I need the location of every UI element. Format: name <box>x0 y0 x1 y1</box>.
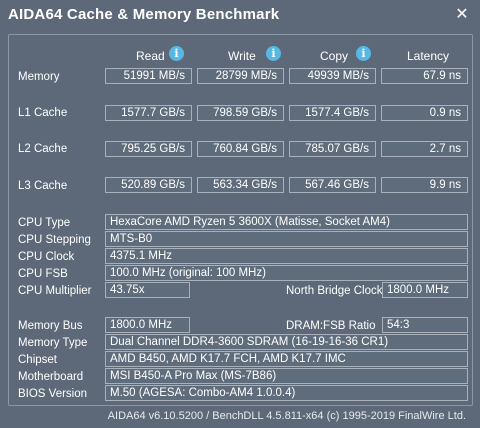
row-label-memory: Memory <box>18 71 60 83</box>
memory-read-value: 51991 MB/s <box>105 68 192 84</box>
read-info-icon[interactable]: i <box>169 46 184 61</box>
memory-type-label: Memory Type <box>18 337 88 349</box>
row-label-l1-cache: L1 Cache <box>18 107 68 119</box>
l3-write-value: 563.34 GB/s <box>197 177 284 193</box>
north-bridge-clock-value: 1800.0 MHz <box>382 282 468 298</box>
row-label-l3-cache: L3 Cache <box>18 180 68 192</box>
l3-copy-value: 567.46 GB/s <box>289 177 376 193</box>
l1-read-value: 1577.7 GB/s <box>105 105 192 121</box>
dram-fsb-ratio-label: DRAM:FSB Ratio <box>286 320 376 332</box>
l1-latency-value: 0.9 ns <box>381 105 468 121</box>
memory-bus-label: Memory Bus <box>18 320 83 332</box>
cpu-fsb-label: CPU FSB <box>18 268 68 280</box>
l1-write-value: 798.59 GB/s <box>197 105 284 121</box>
motherboard-label: Motherboard <box>18 371 84 383</box>
column-latency-header: Latency <box>407 49 450 63</box>
chipset-value: AMD B450, AMD K17.7 FCH, AMD K17.7 IMC <box>105 351 468 367</box>
l3-read-value: 520.89 GB/s <box>105 177 192 193</box>
cpu-stepping-label: CPU Stepping <box>18 234 91 246</box>
memory-type-value: Dual Channel DDR4-3600 SDRAM (16-19-16-3… <box>105 334 468 350</box>
bios-version-value: M.50 (AGESA: Combo-AM4 1.0.0.4) <box>105 385 468 401</box>
cpu-fsb-value: 100.0 MHz (original: 100 MHz) <box>105 265 468 281</box>
l1-copy-value: 1577.4 GB/s <box>289 105 376 121</box>
l2-latency-value: 2.7 ns <box>381 141 468 157</box>
memory-write-value: 28799 MB/s <box>197 68 284 84</box>
motherboard-value: MSI B450-A Pro Max (MS-7B86) <box>105 368 468 384</box>
cpu-multiplier-value: 43.75x <box>105 282 190 298</box>
title-bar[interactable]: AIDA64 Cache & Memory Benchmark ✕ <box>0 0 480 32</box>
l3-latency-value: 9.9 ns <box>381 177 468 193</box>
l2-write-value: 760.84 GB/s <box>197 141 284 157</box>
l2-read-value: 795.25 GB/s <box>105 141 192 157</box>
copy-info-icon[interactable]: i <box>356 46 371 61</box>
l2-copy-value: 785.07 GB/s <box>289 141 376 157</box>
row-label-l2-cache: L2 Cache <box>18 143 68 155</box>
cpu-clock-label: CPU Clock <box>18 251 75 263</box>
chipset-label: Chipset <box>18 354 57 366</box>
close-icon[interactable]: ✕ <box>454 7 470 23</box>
memory-copy-value: 49939 MB/s <box>289 68 376 84</box>
window-title: AIDA64 Cache & Memory Benchmark <box>8 6 280 23</box>
write-info-icon[interactable]: i <box>266 46 281 61</box>
bios-version-label: BIOS Version <box>18 388 88 400</box>
cpu-type-value: HexaCore AMD Ryzen 5 3600X (Matisse, Soc… <box>105 214 468 230</box>
dram-fsb-ratio-value: 54:3 <box>382 317 468 333</box>
cpu-type-label: CPU Type <box>18 217 71 229</box>
cpu-clock-value: 4375.1 MHz <box>105 248 468 264</box>
column-read-header: Read <box>136 49 165 63</box>
north-bridge-clock-label: North Bridge Clock <box>286 285 383 297</box>
memory-bus-value: 1800.0 MHz <box>105 317 190 333</box>
version-footer: AIDA64 v6.10.5200 / BenchDLL 4.5.811-x64… <box>107 410 466 422</box>
cpu-multiplier-label: CPU Multiplier <box>18 285 92 297</box>
memory-latency-value: 67.9 ns <box>381 68 468 84</box>
column-copy-header: Copy <box>320 49 349 63</box>
cpu-stepping-value: MTS-B0 <box>105 231 468 247</box>
column-write-header: Write <box>228 49 256 63</box>
benchmark-window: AIDA64 Cache & Memory Benchmark ✕ Read i… <box>0 0 480 428</box>
